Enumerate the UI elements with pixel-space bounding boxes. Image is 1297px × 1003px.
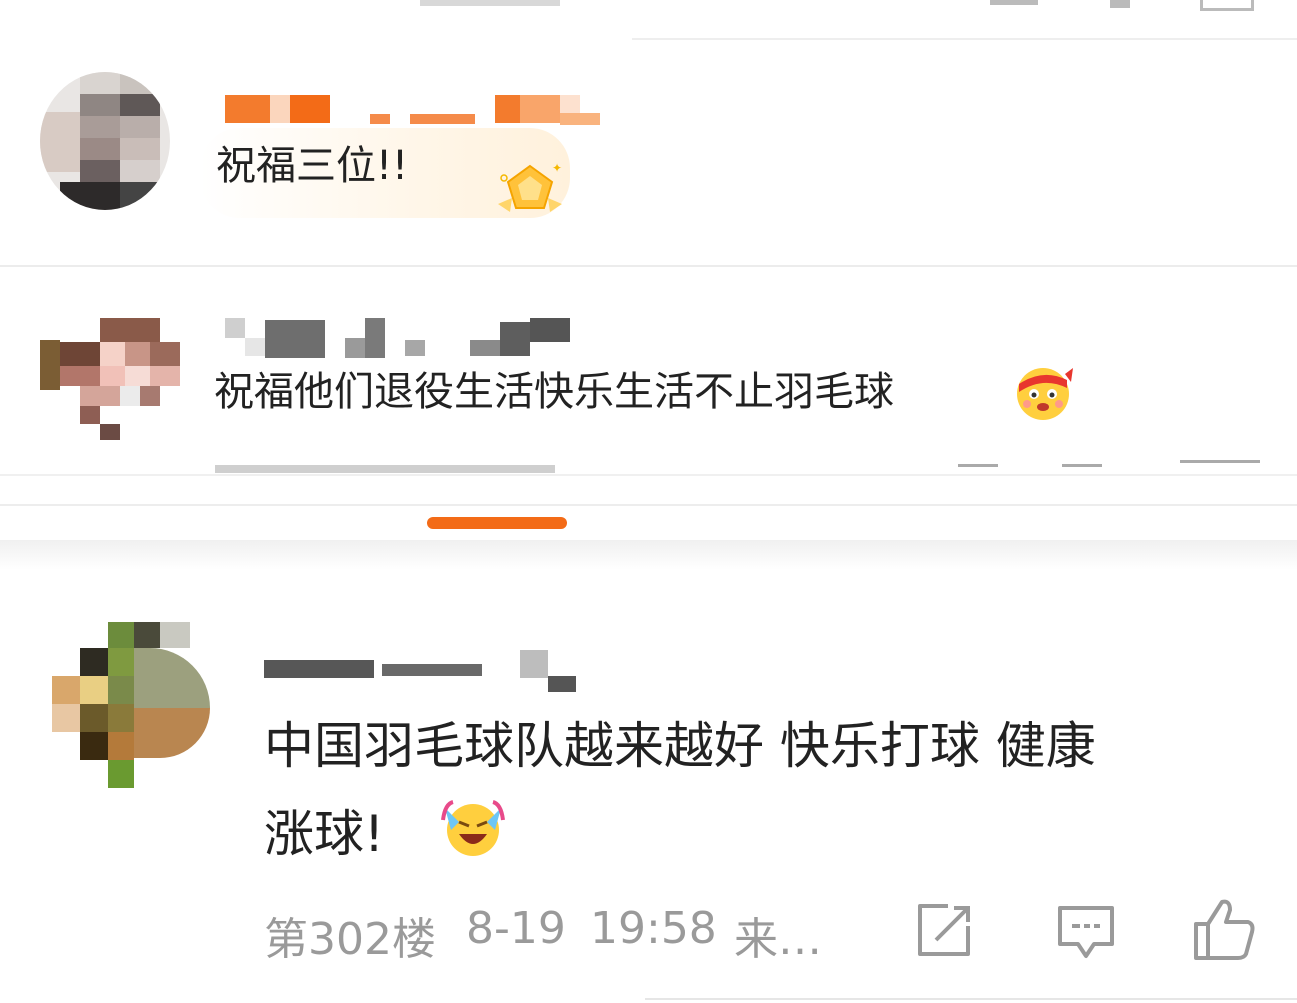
comment-text: 祝福他们退役生活快乐生活不止羽毛球 xyxy=(214,369,894,415)
divider xyxy=(0,265,1297,267)
thumbs-up-icon[interactable] xyxy=(1200,0,1254,11)
comment-text-line2: 涨球! xyxy=(264,790,1254,878)
avatar[interactable] xyxy=(52,622,210,788)
comment-text-line2-content: 涨球! xyxy=(264,805,385,863)
avatar[interactable] xyxy=(40,300,185,445)
comment-text: 中国羽毛球队越来越好 快乐打球 健康 涨球! xyxy=(264,702,1254,878)
comment-icon xyxy=(1062,464,1102,473)
divider xyxy=(0,504,1297,506)
divider xyxy=(632,38,1297,40)
share-icon[interactable] xyxy=(990,0,1038,5)
comment-icon[interactable] xyxy=(1056,902,1116,962)
gold-medal-badge-icon: ✦ xyxy=(490,160,570,230)
share-icon[interactable] xyxy=(914,902,974,960)
svg-text:✦: ✦ xyxy=(552,161,562,175)
section-shadow xyxy=(0,540,1297,570)
comment-icon[interactable] xyxy=(1110,0,1130,8)
avatar[interactable] xyxy=(40,72,170,210)
thumbs-up-icon[interactable] xyxy=(1192,896,1258,962)
comment-text-line1: 中国羽毛球队越来越好 快乐打球 健康 xyxy=(264,717,1096,775)
post-date: 8-19 xyxy=(466,903,566,954)
divider xyxy=(645,998,1297,1000)
drag-handle[interactable] xyxy=(427,517,567,529)
cheering-face-emoji-icon xyxy=(1013,362,1073,426)
post-time: 19:58 xyxy=(590,903,717,954)
laughing-tears-emoji-icon xyxy=(441,800,505,862)
divider xyxy=(0,474,1297,476)
comment-text: 祝福三位!! xyxy=(216,143,409,189)
thumbs-up-icon xyxy=(1180,460,1260,473)
share-icon xyxy=(958,464,998,473)
previous-comment-footer xyxy=(0,0,1297,40)
floor-number: 第302楼 xyxy=(264,914,436,965)
blurred-meta xyxy=(420,0,560,6)
source-text: 来… xyxy=(734,914,822,965)
